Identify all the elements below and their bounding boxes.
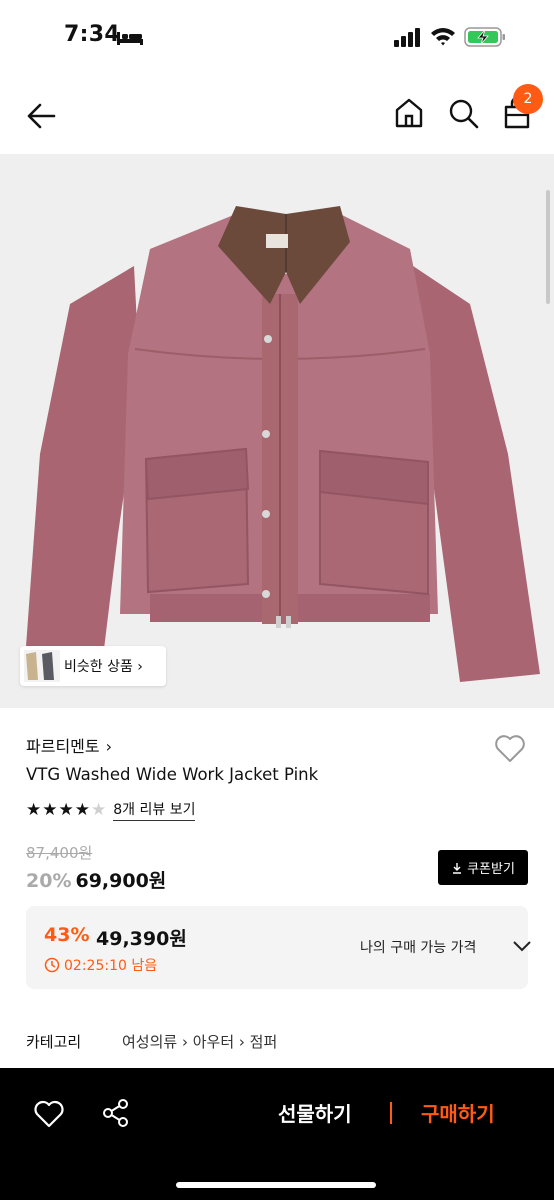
- brand-name: 파르티멘토: [26, 737, 100, 756]
- home-indicator: [176, 1182, 376, 1188]
- top-navigation: [0, 76, 554, 154]
- chevron-down-icon[interactable]: [512, 938, 532, 954]
- star-filled-icon: ★: [26, 800, 42, 820]
- sale-price: 69,900원: [75, 870, 167, 892]
- search-icon[interactable]: [446, 96, 480, 130]
- similar-products-button[interactable]: 비슷한 상품 ›: [20, 646, 166, 686]
- rating-row: ★ ★ ★ ★ ★ 8개 리뷰 보기: [26, 799, 196, 821]
- bottom-action-bar: 선물하기 구매하기: [0, 1068, 554, 1200]
- star-filled-icon: ★: [58, 800, 74, 820]
- category-label: 카테고리: [26, 1033, 82, 1051]
- coupon-label: 쿠폰받기: [467, 862, 515, 877]
- rating-stars: ★ ★ ★ ★ ★: [26, 801, 107, 819]
- bar-divider: [390, 1102, 392, 1124]
- clock-icon: [44, 957, 60, 973]
- jacket-illustration: [24, 206, 540, 682]
- price-row: 20% 69,900원: [26, 866, 166, 893]
- download-icon: [453, 862, 462, 874]
- image-scroll-indicator: [546, 190, 550, 304]
- cart-count-badge: 2: [513, 84, 543, 114]
- category-row: 카테고리 여성의류 › 아우터 › 점퍼: [26, 1031, 277, 1052]
- cellular-signal-icon: [394, 28, 420, 47]
- review-link[interactable]: 8개 리뷰 보기: [113, 799, 196, 821]
- timer-text: 02:25:10 남음: [64, 958, 158, 974]
- brand-link[interactable]: 파르티멘토 ›: [26, 733, 112, 757]
- star-filled-icon: ★: [42, 800, 58, 820]
- buy-button[interactable]: 구매하기: [421, 1098, 495, 1127]
- status-bar: 7:34: [0, 0, 554, 76]
- product-image[interactable]: [0, 154, 554, 708]
- best-price-box[interactable]: 43% 49,390원 02:25:10 남음 나의 구매 가능 가격: [26, 906, 531, 989]
- best-price: 49,390원: [96, 928, 187, 950]
- original-price: 87,400원: [26, 844, 93, 862]
- home-icon[interactable]: [392, 96, 426, 130]
- similar-products-thumbnail: [24, 650, 60, 682]
- battery-charging-icon: [464, 27, 505, 47]
- star-empty-icon: ★: [91, 800, 107, 820]
- product-name: VTG Washed Wide Work Jacket Pink: [26, 765, 319, 784]
- best-discount-rate: 43%: [44, 924, 90, 946]
- gift-button[interactable]: 선물하기: [278, 1098, 352, 1127]
- similar-products-label: 비슷한 상품 ›: [64, 659, 143, 675]
- sleep-mode-icon: [117, 32, 143, 45]
- back-arrow-icon[interactable]: [22, 96, 62, 136]
- category-path[interactable]: 여성의류 › 아우터 › 점퍼: [122, 1031, 277, 1052]
- star-filled-icon: ★: [74, 800, 90, 820]
- best-price-label: 나의 구매 가능 가격: [360, 940, 477, 956]
- wifi-icon: [431, 28, 455, 46]
- heart-icon[interactable]: [34, 1100, 64, 1128]
- brand-chevron-icon: ›: [105, 737, 113, 756]
- wishlist-heart-icon[interactable]: [494, 733, 526, 763]
- coupon-button[interactable]: 쿠폰받기: [438, 850, 528, 885]
- status-time: 7:34: [64, 22, 120, 47]
- share-icon[interactable]: [102, 1098, 130, 1128]
- discount-rate: 20%: [26, 870, 72, 892]
- countdown-timer: 02:25:10 남음: [44, 955, 157, 975]
